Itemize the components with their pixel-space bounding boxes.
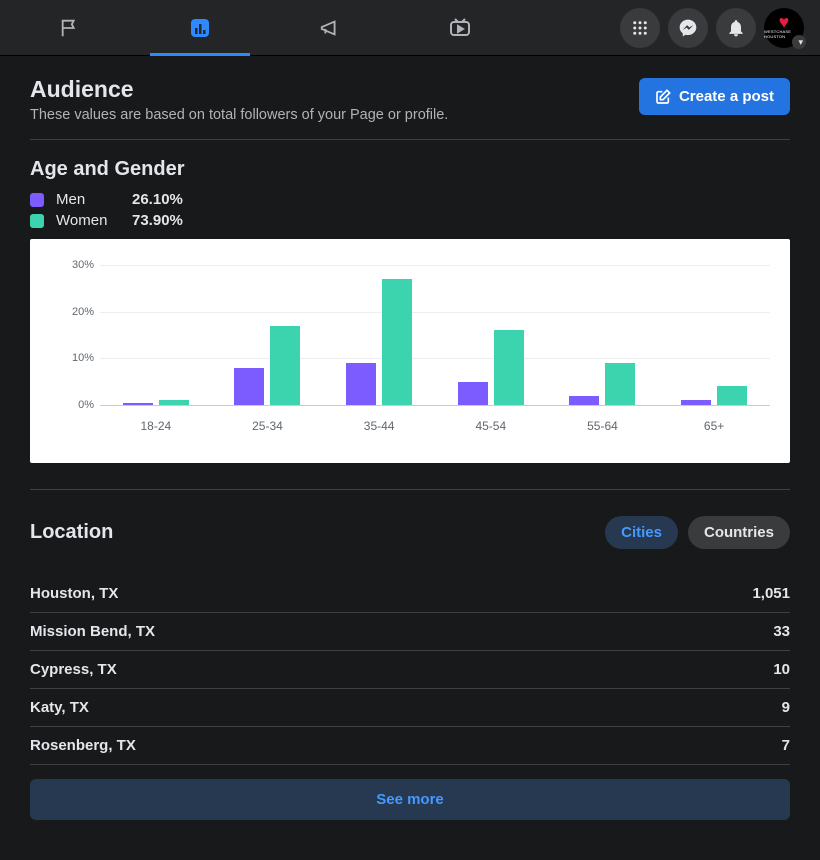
legend-value-men: 26.10% <box>132 191 183 208</box>
location-value: 9 <box>782 699 790 716</box>
bar <box>123 403 153 405</box>
menu-button[interactable] <box>620 8 660 48</box>
x-tick-label: 25-34 <box>228 419 306 433</box>
insights-icon <box>188 16 212 40</box>
nav-tab-announcements[interactable] <box>300 0 360 56</box>
page-title: Audience <box>30 76 448 103</box>
y-tick-label: 0% <box>64 399 94 411</box>
location-name: Rosenberg, TX <box>30 737 136 754</box>
x-tick-label: 65+ <box>675 419 753 433</box>
legend-row-women: Women 73.90% <box>30 212 790 229</box>
swatch-men <box>30 193 44 207</box>
legend-label-women: Women <box>56 212 120 229</box>
location-row: Mission Bend, TX 33 <box>30 613 790 651</box>
y-tick-label: 30% <box>64 259 94 271</box>
age-gender-chart: 0% 10% 20% 30% 18-24 25-34 35-44 45-54 55-64 65+ <box>30 239 790 463</box>
legend-value-women: 73.90% <box>132 212 183 229</box>
location-row: Cypress, TX 10 <box>30 651 790 689</box>
location-header: Location Cities Countries <box>30 489 790 549</box>
location-row: Houston, TX 1,051 <box>30 575 790 613</box>
location-name: Houston, TX <box>30 585 118 602</box>
bar <box>270 326 300 405</box>
chart-legend: Men 26.10% Women 73.90% <box>30 191 790 229</box>
swatch-women <box>30 214 44 228</box>
messenger-button[interactable] <box>668 8 708 48</box>
bar <box>681 400 711 405</box>
bar-group <box>228 326 306 405</box>
nav-tab-flag[interactable] <box>40 0 100 56</box>
toggle-countries[interactable]: Countries <box>688 516 790 549</box>
bar-group <box>452 330 530 405</box>
account-avatar[interactable]: ♥ WESTCHASE HOUSTON ▾ <box>764 8 804 48</box>
age-gender-title: Age and Gender <box>30 158 790 181</box>
x-tick-label: 18-24 <box>117 419 195 433</box>
bar <box>458 382 488 405</box>
location-value: 10 <box>773 661 790 678</box>
y-tick-label: 20% <box>64 306 94 318</box>
bar <box>494 330 524 405</box>
bar <box>234 368 264 405</box>
x-tick-label: 45-54 <box>452 419 530 433</box>
location-value: 7 <box>782 737 790 754</box>
grid-icon <box>631 19 649 37</box>
see-more-button[interactable]: See more <box>30 779 790 820</box>
location-toggle: Cities Countries <box>605 516 790 549</box>
bar <box>346 363 376 405</box>
bar <box>605 363 635 405</box>
megaphone-icon <box>319 17 341 39</box>
bar-group <box>563 363 641 405</box>
header-titles: Audience These values are based on total… <box>30 76 448 123</box>
location-title: Location <box>30 521 113 544</box>
flag-icon <box>59 17 81 39</box>
bar <box>569 396 599 405</box>
location-value: 33 <box>773 623 790 640</box>
bar-group <box>340 279 418 405</box>
page-subtitle: These values are based on total follower… <box>30 107 448 123</box>
location-value: 1,051 <box>752 585 790 602</box>
toggle-cities[interactable]: Cities <box>605 516 678 549</box>
bar-group <box>117 400 195 405</box>
bar <box>717 386 747 405</box>
audience-header: Audience These values are based on total… <box>30 76 790 140</box>
chevron-down-icon: ▾ <box>798 37 803 48</box>
y-tick-label: 10% <box>64 352 94 364</box>
legend-row-men: Men 26.10% <box>30 191 790 208</box>
x-tick-label: 35-44 <box>340 419 418 433</box>
video-icon <box>448 16 472 40</box>
nav-tabs <box>16 0 490 56</box>
location-row: Rosenberg, TX 7 <box>30 727 790 765</box>
top-nav: ♥ WESTCHASE HOUSTON ▾ <box>0 0 820 56</box>
nav-actions: ♥ WESTCHASE HOUSTON ▾ <box>620 8 804 48</box>
location-row: Katy, TX 9 <box>30 689 790 727</box>
create-post-label: Create a post <box>679 88 774 105</box>
chart-bars <box>100 265 770 405</box>
chart-x-labels: 18-24 25-34 35-44 45-54 55-64 65+ <box>100 419 770 433</box>
messenger-icon <box>678 18 698 38</box>
location-name: Katy, TX <box>30 699 89 716</box>
edit-icon <box>655 89 671 105</box>
bell-icon <box>726 18 746 38</box>
nav-tab-video[interactable] <box>430 0 490 56</box>
legend-label-men: Men <box>56 191 120 208</box>
location-list: Houston, TX 1,051 Mission Bend, TX 33 Cypres… <box>30 575 790 765</box>
bar-group <box>675 386 753 405</box>
create-post-button[interactable]: Create a post <box>639 78 790 115</box>
location-name: Cypress, TX <box>30 661 117 678</box>
nav-tab-insights[interactable] <box>170 0 230 56</box>
content: Audience These values are based on total… <box>0 56 820 820</box>
notifications-button[interactable] <box>716 8 756 48</box>
location-name: Mission Bend, TX <box>30 623 155 640</box>
bar <box>382 279 412 405</box>
x-tick-label: 55-64 <box>563 419 641 433</box>
bar <box>159 400 189 405</box>
